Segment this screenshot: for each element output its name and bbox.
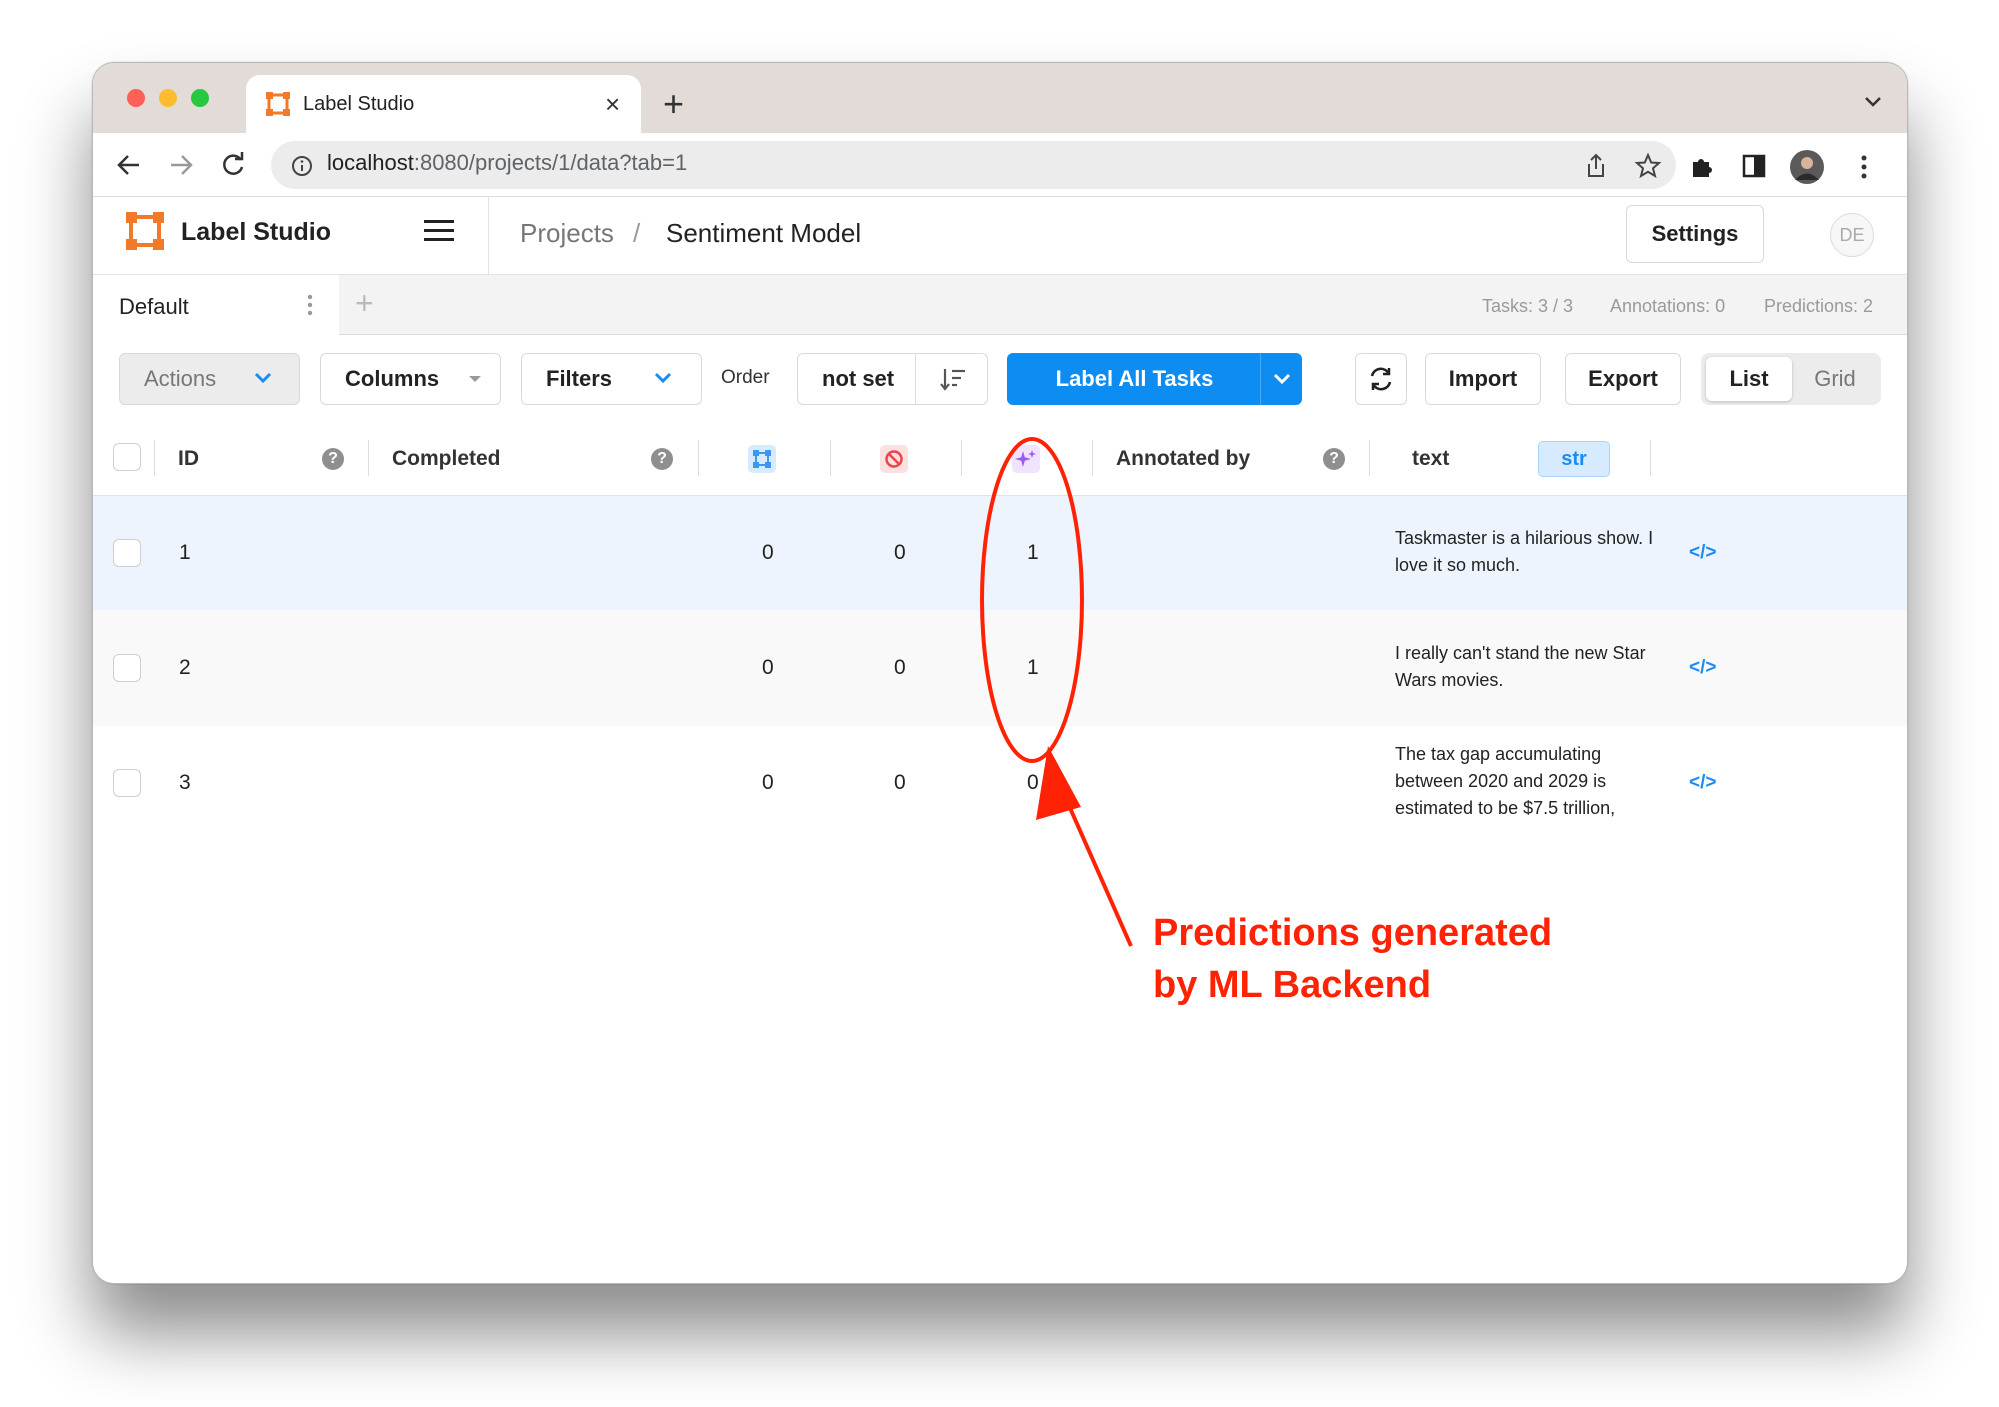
browser-window: Label Studio × + localhost:8080/projects…: [92, 62, 1908, 1284]
callout-line-1: Predictions generated: [1153, 912, 1553, 954]
callout-overlay: [980, 437, 1133, 947]
prediction-column-highlight-ellipse: [980, 437, 1084, 763]
callout-line-2: by ML Backend: [1153, 964, 1432, 1006]
callout-text: Predictions generated by ML Backend: [1153, 907, 1552, 1011]
